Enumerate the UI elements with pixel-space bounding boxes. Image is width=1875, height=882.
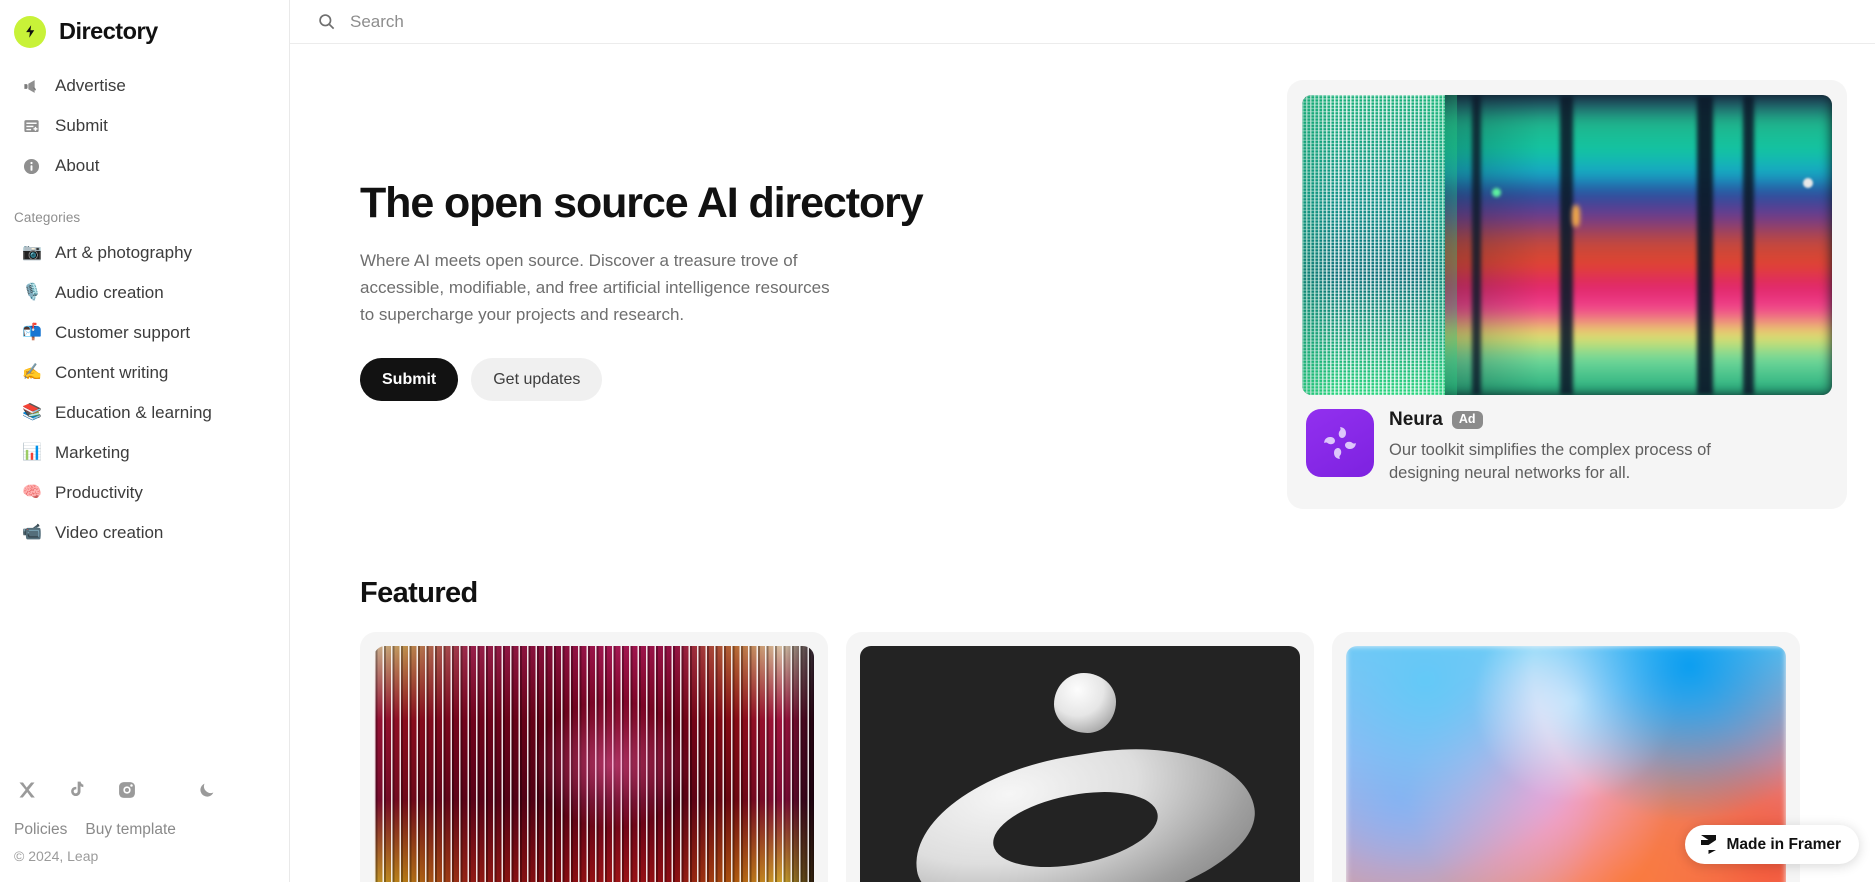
microphone-icon: 🎙️ <box>22 284 42 301</box>
card-image <box>374 645 814 882</box>
hero-actions: Submit Get updates <box>360 358 1218 402</box>
category-item-video-creation[interactable]: 📹 Video creation <box>8 513 281 553</box>
video-camera-icon: 📹 <box>22 524 42 541</box>
ad-title-row: Neura Ad <box>1389 409 1769 431</box>
status-badge: Ad <box>1451 411 1483 429</box>
instagram-icon[interactable] <box>114 777 140 803</box>
brand[interactable]: Directory <box>0 0 289 52</box>
app-root: Directory Advertise Submit About Categor… <box>0 0 1875 882</box>
hero-subtitle: Where AI meets open source. Discover a t… <box>360 251 830 325</box>
made-in-framer-label: Made in Framer <box>1726 835 1841 853</box>
content-area: The open source AI directory Where AI me… <box>290 44 1875 882</box>
books-icon: 📚 <box>22 404 42 421</box>
categories-heading: Categories <box>14 210 81 225</box>
category-item-label: Marketing <box>55 443 130 462</box>
hero-text-block: The open source AI directory Where AI me… <box>318 72 1218 402</box>
x-twitter-icon[interactable] <box>14 777 40 803</box>
footer-link-buy-template[interactable]: Buy template <box>85 821 175 839</box>
sidebar-footer: Policies Buy template © 2024, Leap <box>0 773 290 882</box>
submit-button[interactable]: Submit <box>360 358 459 402</box>
list-item[interactable] <box>360 631 828 882</box>
category-item-label: Art & photography <box>55 243 193 262</box>
page-title: The open source AI directory <box>360 179 924 227</box>
get-updates-button[interactable]: Get updates <box>471 358 603 402</box>
topbar <box>290 0 1875 44</box>
category-item-label: Customer support <box>55 323 191 342</box>
featured-cards <box>318 631 1847 882</box>
ad-description: Our toolkit simplifies the complex proce… <box>1389 441 1711 483</box>
moon-icon[interactable] <box>194 777 220 803</box>
brain-icon: 🧠 <box>22 484 42 501</box>
social-links <box>14 773 276 807</box>
footer-link-policies[interactable]: Policies <box>14 821 67 839</box>
primary-nav: Advertise Submit About <box>0 66 289 186</box>
category-item-audio-creation[interactable]: 🎙️ Audio creation <box>8 273 281 313</box>
list-item[interactable] <box>846 631 1314 882</box>
neura-pinwheel-icon <box>1306 409 1374 477</box>
search-input[interactable] <box>350 11 770 32</box>
main-content: The open source AI directory Where AI me… <box>290 0 1875 882</box>
category-item-content-writing[interactable]: ✍️ Content writing <box>8 353 281 393</box>
info-circle-icon <box>22 157 41 176</box>
search-icon <box>317 12 336 31</box>
category-item-label: Education & learning <box>55 403 212 422</box>
copyright: © 2024, Leap <box>14 848 99 864</box>
bar-chart-icon: 📊 <box>22 444 42 461</box>
card-image <box>860 645 1300 882</box>
lightning-bolt-icon <box>14 15 46 48</box>
category-item-art-photography[interactable]: 📷 Art & photography <box>8 233 281 273</box>
megaphone-icon <box>22 77 41 96</box>
ad-name: Neura <box>1389 409 1443 430</box>
form-plus-icon <box>22 117 41 136</box>
mailbox-icon: 📬 <box>22 324 42 341</box>
sidebar: Directory Advertise Submit About Categor… <box>0 0 290 882</box>
made-in-framer-badge[interactable]: Made in Framer <box>1685 825 1859 864</box>
category-item-education-learning[interactable]: 📚 Education & learning <box>8 393 281 433</box>
category-item-marketing[interactable]: 📊 Marketing <box>8 433 281 473</box>
camera-icon: 📷 <box>22 244 42 261</box>
tiktok-icon[interactable] <box>64 777 90 803</box>
ad-meta: Neura Ad Our toolkit simplifies the comp… <box>1302 395 1832 494</box>
sidebar-item-label: Submit <box>55 116 108 135</box>
sidebar-item-about[interactable]: About <box>8 146 281 186</box>
category-item-label: Productivity <box>55 483 143 502</box>
sidebar-item-submit[interactable]: Submit <box>8 106 281 146</box>
category-item-label: Audio creation <box>55 283 164 302</box>
category-item-productivity[interactable]: 🧠 Productivity <box>8 473 281 513</box>
category-item-label: Content writing <box>55 363 169 382</box>
featured-heading: Featured <box>360 576 478 609</box>
framer-logo-icon <box>1701 835 1717 854</box>
footer-links: Policies Buy template <box>14 821 276 839</box>
sidebar-item-label: About <box>55 156 100 175</box>
sidebar-item-label: Advertise <box>55 76 126 95</box>
hero-section: The open source AI directory Where AI me… <box>318 44 1847 509</box>
sidebar-item-advertise[interactable]: Advertise <box>8 66 281 106</box>
ad-image <box>1302 95 1832 395</box>
categories-list: 📷 Art & photography 🎙️ Audio creation 📬 … <box>0 233 289 553</box>
category-item-label: Video creation <box>55 523 164 542</box>
brand-name: Directory <box>59 18 158 44</box>
category-item-customer-support[interactable]: 📬 Customer support <box>8 313 281 353</box>
ad-card[interactable]: Neura Ad Our toolkit simplifies the comp… <box>1287 80 1847 509</box>
writing-hand-icon: ✍️ <box>22 364 42 381</box>
